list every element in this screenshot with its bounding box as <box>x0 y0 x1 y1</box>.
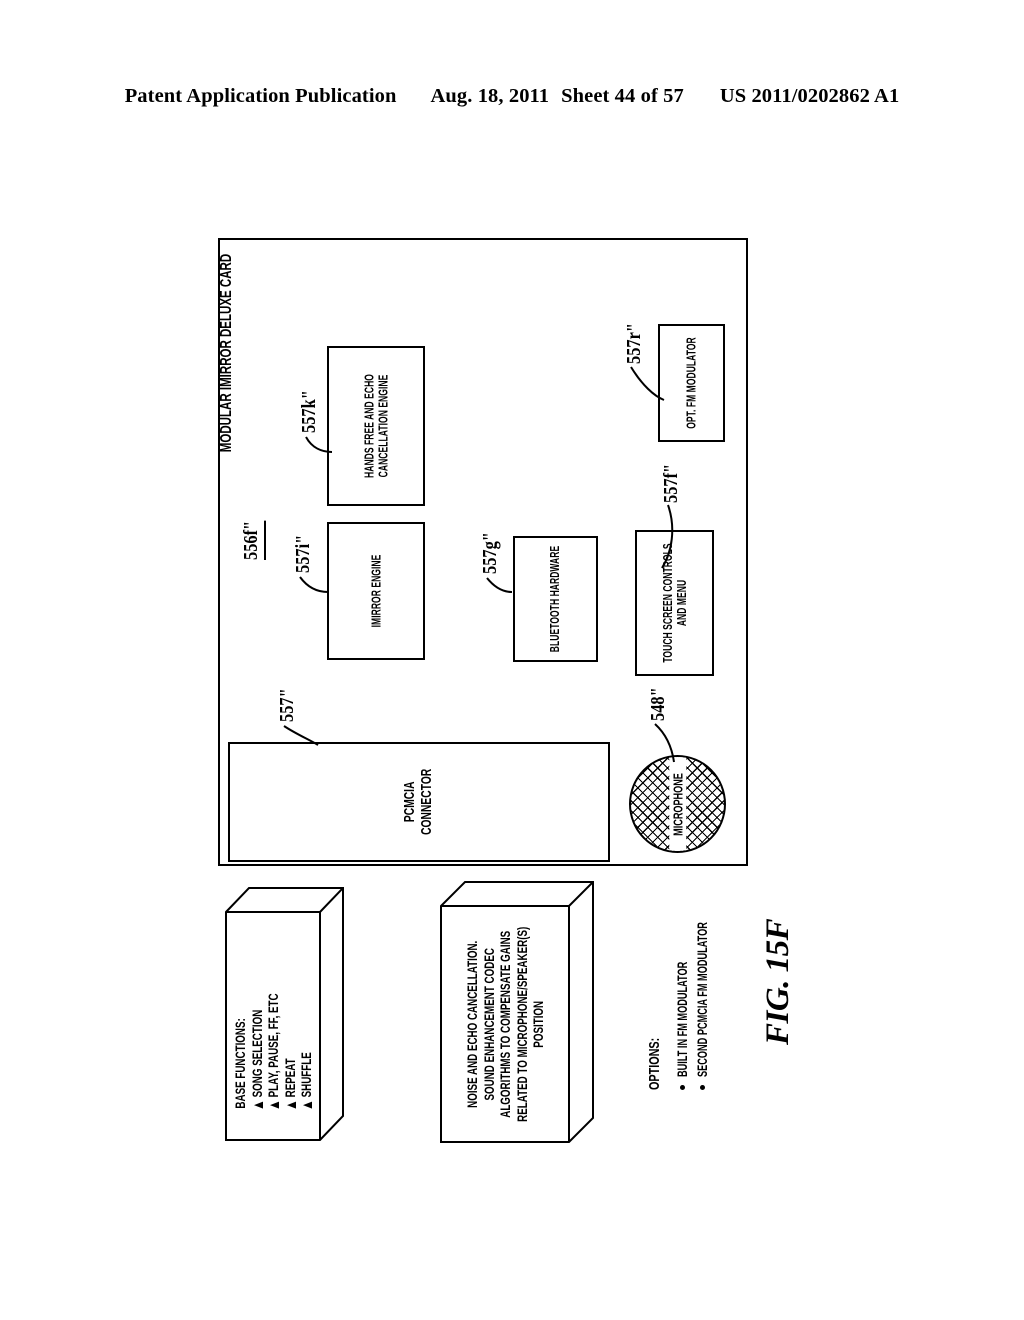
block-label-line1: OPT. FM MODULATOR <box>684 337 699 429</box>
noise-box-line: NOISE AND ECHO CANCELLATION. <box>463 940 480 1108</box>
ref-556f: 556f" <box>240 512 266 560</box>
block-label-line2: CANCELLATION ENGINE <box>376 374 390 478</box>
block-label-line1: HANDS FREE AND ECHO <box>362 374 376 478</box>
options-item: BUILT IN FM MODULATOR <box>673 849 693 1090</box>
block-label-line1: BLUETOOTH HARDWARE <box>548 545 563 653</box>
ref-557i: 557i" <box>292 534 314 573</box>
noise-box-line: SOUND ENHANCEMENT CODEC <box>480 947 497 1101</box>
block-pcmcia-connector: PCMCIA CONNECTOR <box>228 742 610 862</box>
modular-imirror-deluxe-card-title: MODULAR IMIRROR DELUXE CARD <box>212 238 242 468</box>
header-publication: Patent Application Publication <box>124 85 397 107</box>
base-functions-item: PLAY, PAUSE, FF, ETC <box>265 993 282 1109</box>
base-functions-item: SHUFFLE <box>298 993 315 1109</box>
card-title-label: MODULAR IMIRROR DELUXE CARD <box>218 253 236 453</box>
microphone-label: MICROPHONE <box>670 772 685 836</box>
patent-page: Patent Application Publication Aug. 18, … <box>0 0 1024 1320</box>
ref-557g: 557g" <box>479 532 501 574</box>
block-bluetooth-hardware: BLUETOOTH HARDWARE <box>513 536 598 662</box>
ref-548: 548" <box>647 687 669 721</box>
block-microphone: MICROPHONE <box>629 755 726 853</box>
block-opt-fm-modulator: OPT. FM MODULATOR <box>658 324 725 442</box>
block-hands-free-echo-cancellation-engine: HANDS FREE AND ECHO CANCELLATION ENGINE <box>327 346 425 506</box>
block-touch-screen-controls-and-menu: TOUCH SCREEN CONTROLS AND MENU <box>635 530 714 676</box>
header-date: Aug. 18, 2011 <box>430 85 550 107</box>
block-label-line1: PCMCIA <box>401 781 419 823</box>
ref-557f: 557f" <box>660 463 682 503</box>
figure-caption: FIG. 15F <box>760 918 796 1045</box>
block-label-line1: IMIRROR ENGINE <box>369 554 383 628</box>
noise-box-line: RELATED TO MICROPHONE/SPEAKER(S) <box>513 926 530 1122</box>
block-label-line1: TOUCH SCREEN CONTROLS <box>660 543 675 663</box>
noise-box-line: ALGORITHMS TO COMPENSATE GAINS <box>496 930 513 1118</box>
noise-echo-cancellation-callout: NOISE AND ECHO CANCELLATION. SOUND ENHAN… <box>437 878 597 1150</box>
ref-557r: 557r" <box>623 323 645 364</box>
block-label-line2: AND MENU <box>674 579 689 627</box>
header-patent-number: US 2011/0202862 A1 <box>719 85 900 107</box>
header-sheet: Sheet 44 of 57 <box>561 85 684 107</box>
noise-box-line: POSITION <box>529 1000 546 1048</box>
ref-557: 557" <box>276 688 298 722</box>
base-functions-item: REPEAT <box>281 993 298 1109</box>
block-imirror-engine: IMIRROR ENGINE <box>327 522 425 660</box>
block-label-line2: CONNECTOR <box>417 768 435 836</box>
options-item: SECOND PCMCIA FM MODULATOR <box>693 849 713 1090</box>
options-list: OPTIONS: BUILT IN FM MODULATOR SECOND PC… <box>646 922 766 1100</box>
base-functions-title: BASE FUNCTIONS: <box>231 1017 248 1109</box>
page-header: Patent Application Publication Aug. 18, … <box>0 85 1024 108</box>
options-title: OPTIONS: <box>646 1037 663 1090</box>
ref-557k: 557k" <box>298 390 320 433</box>
base-functions-item: SONG SELECTION <box>248 993 265 1109</box>
base-functions-callout: BASE FUNCTIONS: SONG SELECTION PLAY, PAU… <box>222 884 347 1146</box>
